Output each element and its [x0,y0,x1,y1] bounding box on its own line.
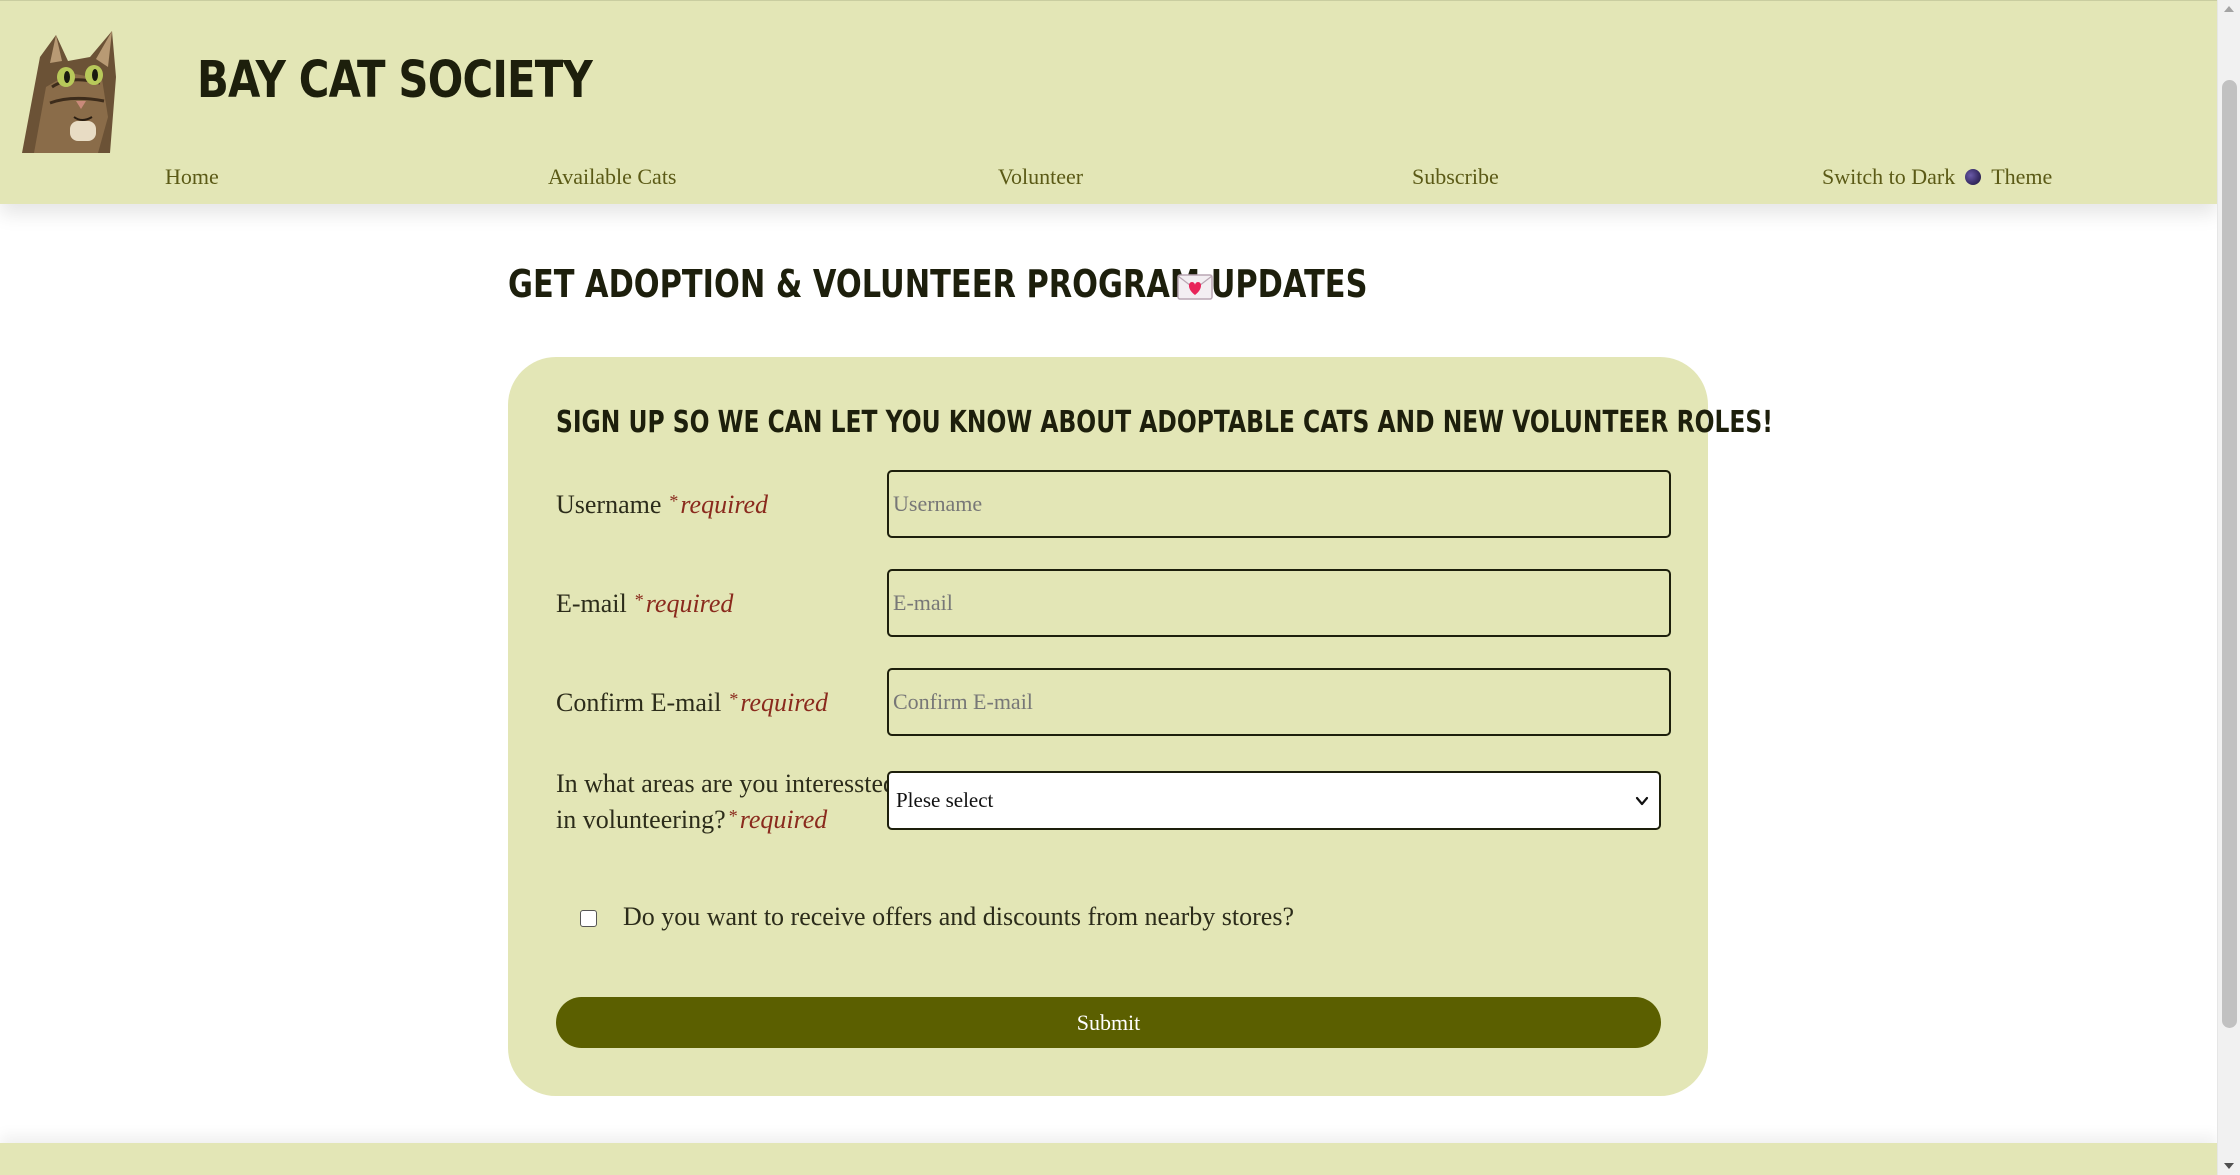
site-title: BAY CAT SOCIETY [197,51,593,110]
confirm-email-label: Confirm E-mail *required [556,683,828,719]
form-subheading: SIGN UP SO WE CAN LET YOU KNOW ABOUT ADO… [556,405,1773,440]
love-letter-icon [1177,274,1213,300]
nav-subscribe[interactable]: Subscribe [1412,164,1499,190]
scroll-thumb[interactable] [2222,80,2237,1028]
footer [0,1143,2217,1175]
theme-switch-prefix: Switch to Dark [1822,164,1956,189]
confirm-email-input[interactable] [887,668,1671,736]
nav-available-cats[interactable]: Available Cats [548,164,677,190]
username-label-text: Username [556,490,662,519]
signup-form: SIGN UP SO WE CAN LET YOU KNOW ABOUT ADO… [508,357,1773,1096]
required-text: required [680,490,769,519]
username-input[interactable] [887,470,1671,538]
required-text: required [645,589,734,618]
required-text: required [740,688,828,717]
volunteer-areas-label-line2: in volunteering? [556,805,726,834]
scroll-up-arrow-icon[interactable] [2224,6,2234,12]
required-star: * [729,689,739,709]
scroll-down-arrow-icon[interactable] [2224,1163,2234,1169]
site-header: BAY CAT SOCIETY Home Available Cats Volu… [0,0,2217,204]
offers-checkbox[interactable] [580,910,597,927]
cat-logo[interactable] [12,17,136,153]
theme-switch-suffix: Theme [1991,164,2053,189]
nav-home[interactable]: Home [165,164,219,190]
moon-icon [1965,169,1982,185]
chevron-down-icon [1635,796,1649,806]
email-label-text: E-mail [556,589,627,618]
page-heading: GET ADOPTION & VOLUNTEER PROGRAM UPDATES [508,262,1368,306]
volunteer-areas-label: In what areas are you interessted in vol… [556,767,896,836]
confirm-email-label-text: Confirm E-mail [556,688,722,717]
required-star: * [634,590,644,610]
username-label: Username *required [556,485,768,521]
submit-button[interactable]: Submit [556,997,1661,1048]
required-star: * [669,491,679,511]
volunteer-areas-select[interactable]: Plese select [887,771,1661,830]
select-value: Plese select [896,788,994,812]
email-input[interactable] [887,569,1671,637]
scrollbar[interactable] [2217,0,2240,1175]
required-star: * [728,806,738,826]
page: BAY CAT SOCIETY Home Available Cats Volu… [0,0,2217,1175]
required-text: required [739,805,828,834]
offers-checkbox-label[interactable]: Do you want to receive offers and discou… [623,902,1294,932]
volunteer-areas-label-line1: In what areas are you interessted [556,769,897,798]
email-label: E-mail *required [556,584,733,620]
nav-volunteer[interactable]: Volunteer [998,164,1083,190]
theme-switch[interactable]: Switch to Dark Theme [1822,164,2052,190]
